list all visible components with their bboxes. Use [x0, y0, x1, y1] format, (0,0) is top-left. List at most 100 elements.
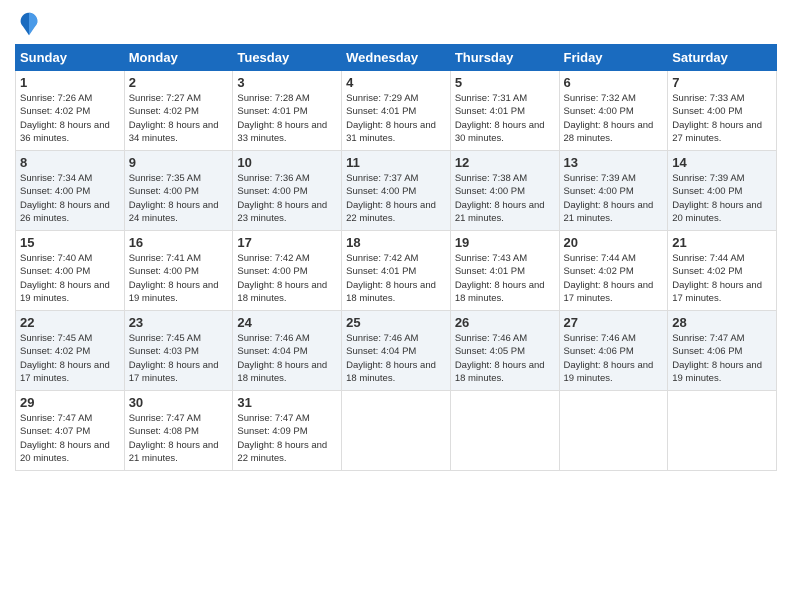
- day-detail: Sunrise: 7:37 AMSunset: 4:00 PMDaylight:…: [346, 172, 446, 225]
- day-detail: Sunrise: 7:34 AMSunset: 4:00 PMDaylight:…: [20, 172, 120, 225]
- calendar-cell: [668, 391, 777, 471]
- day-detail: Sunrise: 7:47 AMSunset: 4:06 PMDaylight:…: [672, 332, 772, 385]
- day-detail: Sunrise: 7:40 AMSunset: 4:00 PMDaylight:…: [20, 252, 120, 305]
- calendar-cell: 19 Sunrise: 7:43 AMSunset: 4:01 PMDayligh…: [450, 231, 559, 311]
- day-number: 24: [237, 315, 337, 330]
- day-detail: Sunrise: 7:41 AMSunset: 4:00 PMDaylight:…: [129, 252, 229, 305]
- calendar-header-row: SundayMondayTuesdayWednesdayThursdayFrid…: [16, 45, 777, 71]
- day-number: 1: [20, 75, 120, 90]
- day-number: 19: [455, 235, 555, 250]
- header-thursday: Thursday: [450, 45, 559, 71]
- calendar-cell: 18 Sunrise: 7:42 AMSunset: 4:01 PMDayligh…: [342, 231, 451, 311]
- day-detail: Sunrise: 7:36 AMSunset: 4:00 PMDaylight:…: [237, 172, 337, 225]
- calendar-cell: 25 Sunrise: 7:46 AMSunset: 4:04 PMDayligh…: [342, 311, 451, 391]
- day-number: 10: [237, 155, 337, 170]
- calendar-week-row: 29 Sunrise: 7:47 AMSunset: 4:07 PMDayligh…: [16, 391, 777, 471]
- calendar-cell: [559, 391, 668, 471]
- day-detail: Sunrise: 7:39 AMSunset: 4:00 PMDaylight:…: [564, 172, 664, 225]
- day-number: 28: [672, 315, 772, 330]
- day-detail: Sunrise: 7:26 AMSunset: 4:02 PMDaylight:…: [20, 92, 120, 145]
- day-detail: Sunrise: 7:47 AMSunset: 4:09 PMDaylight:…: [237, 412, 337, 465]
- calendar-cell: 1 Sunrise: 7:26 AMSunset: 4:02 PMDaylight…: [16, 71, 125, 151]
- day-number: 12: [455, 155, 555, 170]
- day-number: 18: [346, 235, 446, 250]
- header-saturday: Saturday: [668, 45, 777, 71]
- day-number: 16: [129, 235, 229, 250]
- day-number: 25: [346, 315, 446, 330]
- day-detail: Sunrise: 7:32 AMSunset: 4:00 PMDaylight:…: [564, 92, 664, 145]
- day-number: 31: [237, 395, 337, 410]
- page-header: [15, 10, 777, 38]
- calendar-cell: 14 Sunrise: 7:39 AMSunset: 4:00 PMDayligh…: [668, 151, 777, 231]
- calendar-cell: 16 Sunrise: 7:41 AMSunset: 4:00 PMDayligh…: [124, 231, 233, 311]
- calendar-cell: 9 Sunrise: 7:35 AMSunset: 4:00 PMDaylight…: [124, 151, 233, 231]
- day-number: 30: [129, 395, 229, 410]
- calendar-cell: 22Sunrise: 7:45 AMSunset: 4:02 PMDayligh…: [16, 311, 125, 391]
- calendar-cell: 12 Sunrise: 7:38 AMSunset: 4:00 PMDayligh…: [450, 151, 559, 231]
- calendar-cell: 28 Sunrise: 7:47 AMSunset: 4:06 PMDayligh…: [668, 311, 777, 391]
- calendar-cell: 2 Sunrise: 7:27 AMSunset: 4:02 PMDaylight…: [124, 71, 233, 151]
- day-detail: Sunrise: 7:35 AMSunset: 4:00 PMDaylight:…: [129, 172, 229, 225]
- calendar-cell: 6 Sunrise: 7:32 AMSunset: 4:00 PMDaylight…: [559, 71, 668, 151]
- day-detail: Sunrise: 7:29 AMSunset: 4:01 PMDaylight:…: [346, 92, 446, 145]
- day-detail: Sunrise: 7:46 AMSunset: 4:04 PMDaylight:…: [346, 332, 446, 385]
- calendar-cell: 31 Sunrise: 7:47 AMSunset: 4:09 PMDayligh…: [233, 391, 342, 471]
- day-number: 26: [455, 315, 555, 330]
- calendar-cell: 13 Sunrise: 7:39 AMSunset: 4:00 PMDayligh…: [559, 151, 668, 231]
- calendar-cell: 10 Sunrise: 7:36 AMSunset: 4:00 PMDayligh…: [233, 151, 342, 231]
- day-number: 7: [672, 75, 772, 90]
- day-number: 14: [672, 155, 772, 170]
- day-detail: Sunrise: 7:45 AMSunset: 4:02 PMDaylight:…: [20, 332, 120, 385]
- calendar-table: SundayMondayTuesdayWednesdayThursdayFrid…: [15, 44, 777, 471]
- day-detail: Sunrise: 7:44 AMSunset: 4:02 PMDaylight:…: [564, 252, 664, 305]
- day-detail: Sunrise: 7:47 AMSunset: 4:07 PMDaylight:…: [20, 412, 120, 465]
- day-number: 23: [129, 315, 229, 330]
- header-monday: Monday: [124, 45, 233, 71]
- calendar-cell: 3Sunrise: 7:28 AMSunset: 4:01 PMDaylight…: [233, 71, 342, 151]
- day-detail: Sunrise: 7:46 AMSunset: 4:04 PMDaylight:…: [237, 332, 337, 385]
- calendar-cell: 29 Sunrise: 7:47 AMSunset: 4:07 PMDayligh…: [16, 391, 125, 471]
- day-number: 20: [564, 235, 664, 250]
- calendar-week-row: 8 Sunrise: 7:34 AMSunset: 4:00 PMDaylight…: [16, 151, 777, 231]
- day-detail: Sunrise: 7:43 AMSunset: 4:01 PMDaylight:…: [455, 252, 555, 305]
- calendar-page: SundayMondayTuesdayWednesdayThursdayFrid…: [0, 0, 792, 612]
- header-friday: Friday: [559, 45, 668, 71]
- calendar-week-row: 22Sunrise: 7:45 AMSunset: 4:02 PMDayligh…: [16, 311, 777, 391]
- logo: [15, 10, 47, 38]
- day-number: 21: [672, 235, 772, 250]
- day-number: 9: [129, 155, 229, 170]
- calendar-week-row: 1 Sunrise: 7:26 AMSunset: 4:02 PMDaylight…: [16, 71, 777, 151]
- day-number: 2: [129, 75, 229, 90]
- day-detail: Sunrise: 7:38 AMSunset: 4:00 PMDaylight:…: [455, 172, 555, 225]
- day-number: 11: [346, 155, 446, 170]
- day-number: 15: [20, 235, 120, 250]
- day-detail: Sunrise: 7:42 AMSunset: 4:01 PMDaylight:…: [346, 252, 446, 305]
- day-number: 3: [237, 75, 337, 90]
- day-number: 13: [564, 155, 664, 170]
- day-detail: Sunrise: 7:47 AMSunset: 4:08 PMDaylight:…: [129, 412, 229, 465]
- calendar-cell: 7 Sunrise: 7:33 AMSunset: 4:00 PMDaylight…: [668, 71, 777, 151]
- day-number: 29: [20, 395, 120, 410]
- day-number: 6: [564, 75, 664, 90]
- calendar-cell: 8 Sunrise: 7:34 AMSunset: 4:00 PMDaylight…: [16, 151, 125, 231]
- calendar-cell: 27 Sunrise: 7:46 AMSunset: 4:06 PMDayligh…: [559, 311, 668, 391]
- calendar-cell: [450, 391, 559, 471]
- calendar-cell: 20 Sunrise: 7:44 AMSunset: 4:02 PMDayligh…: [559, 231, 668, 311]
- calendar-cell: 23 Sunrise: 7:45 AMSunset: 4:03 PMDayligh…: [124, 311, 233, 391]
- day-detail: Sunrise: 7:33 AMSunset: 4:00 PMDaylight:…: [672, 92, 772, 145]
- calendar-cell: 30 Sunrise: 7:47 AMSunset: 4:08 PMDayligh…: [124, 391, 233, 471]
- day-detail: Sunrise: 7:45 AMSunset: 4:03 PMDaylight:…: [129, 332, 229, 385]
- calendar-cell: 24 Sunrise: 7:46 AMSunset: 4:04 PMDayligh…: [233, 311, 342, 391]
- calendar-cell: 5Sunrise: 7:31 AMSunset: 4:01 PMDaylight…: [450, 71, 559, 151]
- day-number: 27: [564, 315, 664, 330]
- calendar-cell: 21 Sunrise: 7:44 AMSunset: 4:02 PMDayligh…: [668, 231, 777, 311]
- day-detail: Sunrise: 7:44 AMSunset: 4:02 PMDaylight:…: [672, 252, 772, 305]
- day-number: 8: [20, 155, 120, 170]
- day-detail: Sunrise: 7:39 AMSunset: 4:00 PMDaylight:…: [672, 172, 772, 225]
- day-detail: Sunrise: 7:42 AMSunset: 4:00 PMDaylight:…: [237, 252, 337, 305]
- day-number: 17: [237, 235, 337, 250]
- day-detail: Sunrise: 7:46 AMSunset: 4:06 PMDaylight:…: [564, 332, 664, 385]
- day-detail: Sunrise: 7:27 AMSunset: 4:02 PMDaylight:…: [129, 92, 229, 145]
- calendar-week-row: 15 Sunrise: 7:40 AMSunset: 4:00 PMDayligh…: [16, 231, 777, 311]
- calendar-cell: 26Sunrise: 7:46 AMSunset: 4:05 PMDayligh…: [450, 311, 559, 391]
